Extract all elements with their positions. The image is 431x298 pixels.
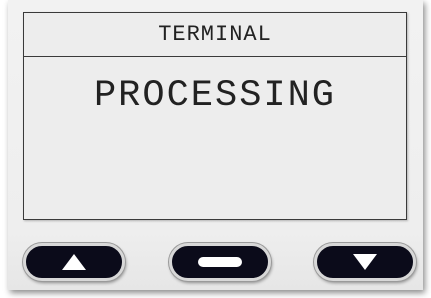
down-button[interactable]: [314, 243, 416, 281]
lcd-screen: TERMINAL PROCESSING: [23, 12, 407, 220]
down-arrow-icon: [352, 253, 378, 271]
up-button[interactable]: [23, 243, 125, 281]
enter-bar-icon: [197, 256, 243, 268]
status-message: PROCESSING: [93, 75, 337, 117]
screen-title: TERMINAL: [24, 13, 406, 57]
enter-button[interactable]: [169, 243, 271, 281]
up-arrow-icon: [61, 253, 87, 271]
terminal-device: TERMINAL PROCESSING: [8, 0, 423, 290]
